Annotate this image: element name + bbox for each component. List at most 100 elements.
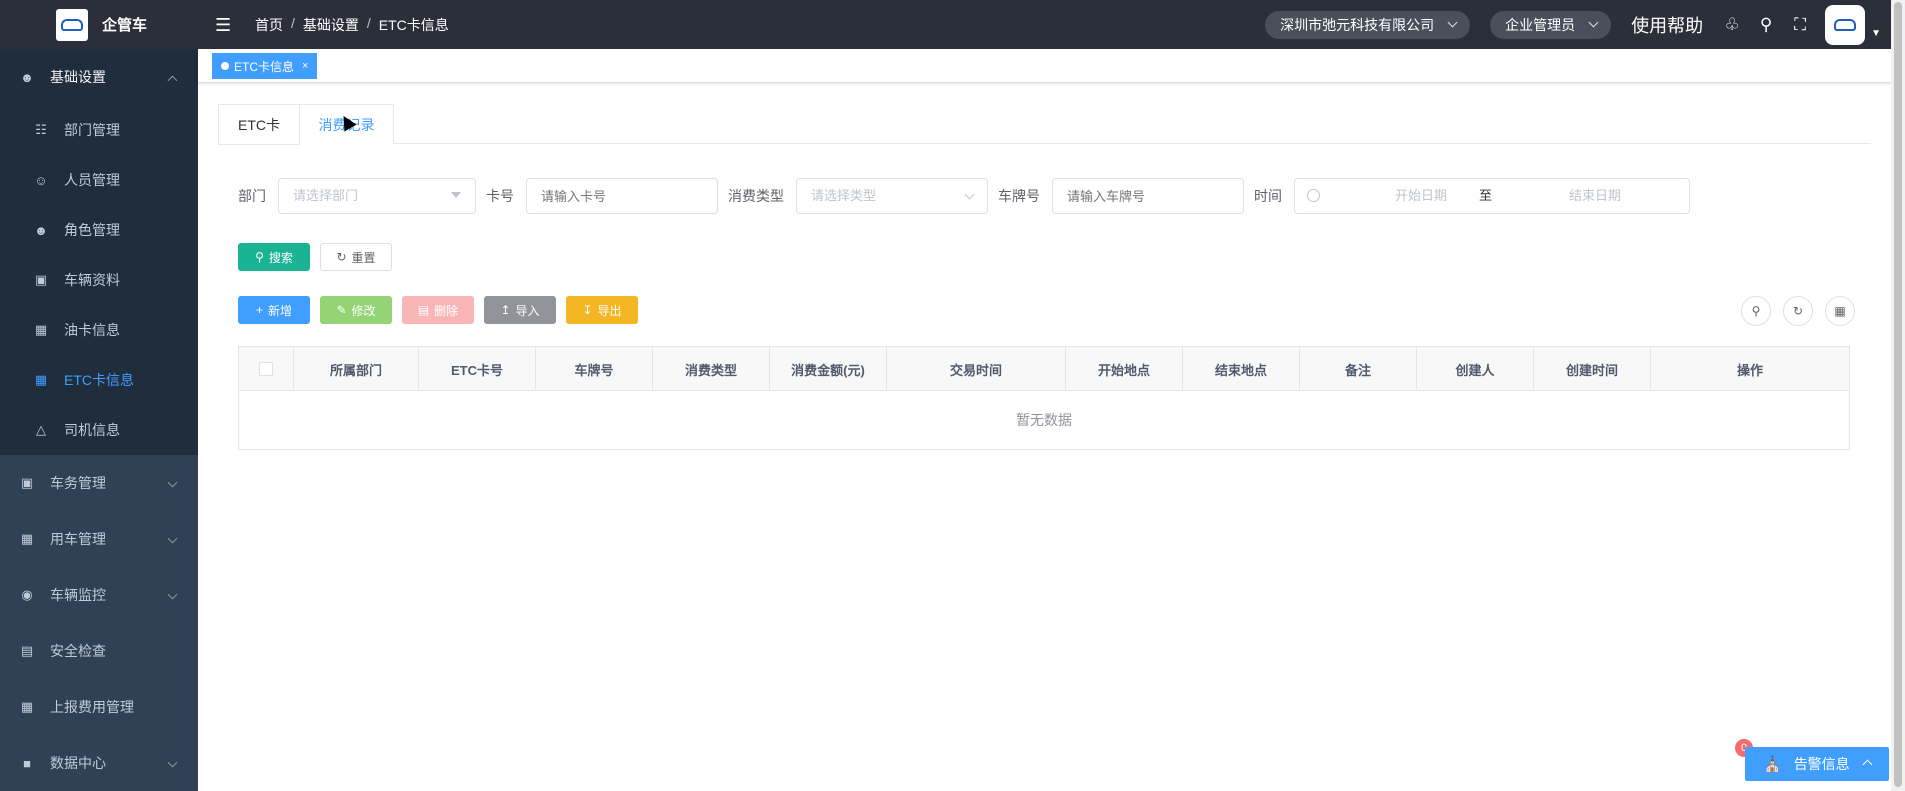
column-header: 所属部门 — [294, 347, 419, 391]
sidebar-item-etc-card[interactable]: ▦ ETC卡信息 — [0, 355, 198, 405]
type-select[interactable]: 请选择类型 — [796, 178, 988, 214]
tab-etc-card[interactable]: ETC卡 — [218, 104, 300, 145]
breadcrumb: 首页 / 基础设置 / ETC卡信息 — [255, 15, 449, 35]
navbar-right: 深圳市弛元科技有限公司 企业管理员 使用帮助 ♧ ⚲ ⛶ ▼ — [1265, 0, 1881, 49]
chevron-down-icon — [1447, 17, 1458, 27]
menu-group-vehicle-affairs[interactable]: ▣ 车务管理 — [0, 455, 198, 511]
hamburger-icon[interactable]: ☰ — [215, 16, 233, 34]
sidebar-item-label: 部门管理 — [64, 122, 120, 138]
breadcrumb-separator: / — [291, 14, 295, 31]
tag-etc-card[interactable]: ETC卡信息 × — [212, 53, 318, 79]
bell-icon[interactable]: ♧ — [1723, 15, 1741, 35]
lock-icon: ■ — [23, 755, 31, 771]
dept-placeholder: 请选择部门 — [293, 188, 359, 203]
grid-icon: ▦ — [1834, 304, 1846, 318]
breadcrumb-basic-settings[interactable]: 基础设置 — [303, 15, 359, 35]
table-header: 所属部门 ETC卡号 车牌号 消费类型 消费金额(元) 交易时间 开始地点 结束… — [239, 347, 1849, 391]
menu-group-vehicle-monitor[interactable]: ◉ 车辆监控 — [0, 567, 198, 623]
breadcrumb-current: ETC卡信息 — [378, 16, 449, 33]
alert-info-button[interactable]: ⛪ 告警信息 — [1745, 747, 1889, 781]
reset-button[interactable]: ↻ 重置 — [320, 243, 392, 271]
fullscreen-icon[interactable]: ⛶ — [1791, 15, 1809, 35]
upload-icon: ↥ — [500, 303, 511, 317]
menu-group-label: 用车管理 — [50, 531, 106, 547]
role-select[interactable]: 企业管理员 — [1490, 10, 1612, 39]
download-icon: ↧ — [582, 303, 593, 317]
sidebar-item-label: 人员管理 — [64, 172, 120, 188]
chevron-down-icon — [167, 477, 178, 488]
car-icon: △ — [36, 422, 46, 437]
sidebar-item-label: 司机信息 — [64, 422, 120, 438]
sidebar-item-staff[interactable]: ☺ 人员管理 — [0, 155, 198, 205]
breadcrumb-separator: / — [366, 14, 371, 31]
refresh-icon: ↻ — [1792, 304, 1804, 318]
select-all-cell — [239, 347, 294, 391]
search-button[interactable]: ⚲ 搜索 — [238, 243, 310, 271]
caret-down-icon[interactable]: ▼ — [1871, 28, 1881, 39]
chevron-up-icon — [167, 75, 178, 86]
plus-icon: + — [255, 303, 263, 317]
menu-group-label: 上报费用管理 — [50, 699, 134, 715]
dept-label: 部门 — [238, 188, 266, 204]
sidebar-item-role[interactable]: ☻ 角色管理 — [0, 205, 198, 255]
select-all-checkbox[interactable] — [259, 362, 273, 376]
dept-select[interactable]: 请选择部门 — [278, 178, 476, 214]
import-button[interactable]: ↥ 导入 — [484, 296, 556, 324]
logo-icon — [56, 8, 88, 41]
sidebar-item-driver[interactable]: △ 司机信息 — [0, 405, 198, 455]
close-icon[interactable]: × — [302, 60, 308, 72]
chevron-up-icon — [1862, 759, 1873, 770]
breadcrumb-home[interactable]: 首页 — [255, 15, 283, 35]
tree-icon: ☷ — [35, 122, 47, 137]
tag-dot — [221, 62, 229, 70]
sidebar-item-label: 角色管理 — [64, 222, 120, 238]
edit-button[interactable]: ✎ 修改 — [320, 296, 392, 324]
avatar[interactable] — [1825, 4, 1866, 45]
menu-group-data-center[interactable]: ■ 数据中心 — [0, 735, 198, 791]
card-input[interactable] — [526, 178, 718, 214]
clock-icon — [1307, 189, 1320, 202]
scroll-thumb[interactable] — [1894, 2, 1902, 787]
menu-group-label: 基础设置 — [50, 69, 106, 85]
scrollbar[interactable] — [1891, 0, 1905, 791]
menu-group-basic-settings[interactable]: ☻ 基础设置 — [0, 49, 198, 105]
menu-group-vehicle-use[interactable]: ▦ 用车管理 — [0, 511, 198, 567]
reset-button-label: 重置 — [351, 250, 376, 265]
column-header: 结束地点 — [1183, 347, 1300, 391]
tags-view: ETC卡信息 × — [198, 49, 1891, 83]
sidebar-item-label: 油卡信息 — [64, 322, 120, 338]
help-link[interactable]: 使用帮助 — [1631, 12, 1703, 38]
menu-group-expense-report[interactable]: ▦ 上报费用管理 — [0, 679, 198, 735]
add-button[interactable]: + 新增 — [238, 296, 310, 324]
delete-button[interactable]: ▤ 删除 — [402, 296, 474, 324]
sidebar-item-fuel-card[interactable]: ▦ 油卡信息 — [0, 305, 198, 355]
chevron-down-icon — [167, 533, 178, 544]
peoples-icon: ☻ — [34, 222, 48, 238]
empty-text: 暂无数据 — [1016, 412, 1072, 428]
end-date[interactable]: 结束日期 — [1545, 179, 1645, 213]
menu-group-label: 数据中心 — [50, 755, 106, 771]
plate-input[interactable] — [1052, 178, 1244, 214]
trash-icon: ▤ — [417, 303, 430, 317]
column-header: 交易时间 — [887, 347, 1066, 391]
sidebar-item-department[interactable]: ☷ 部门管理 — [0, 105, 198, 155]
export-button[interactable]: ↧ 导出 — [566, 296, 638, 324]
alert-info-label: 告警信息 — [1793, 756, 1850, 772]
sidebar-item-vehicle[interactable]: ▣ 车辆资料 — [0, 255, 198, 305]
user-icon: ☺ — [34, 172, 48, 188]
search-icon[interactable]: ⚲ — [1757, 15, 1775, 35]
toggle-search-button[interactable]: ⚲ — [1741, 296, 1771, 326]
sidebar-item-label: 车辆资料 — [64, 272, 120, 288]
top-navbar: ☰ 首页 / 基础设置 / ETC卡信息 深圳市弛元科技有限公司 企业管理员 使… — [198, 0, 1905, 49]
menu-group-label: 车务管理 — [50, 475, 106, 491]
date-range-picker[interactable]: 开始日期 至 结束日期 — [1294, 178, 1690, 214]
chevron-down-icon — [964, 189, 975, 200]
columns-button[interactable]: ▦ — [1825, 296, 1855, 326]
start-date[interactable]: 开始日期 — [1371, 179, 1471, 213]
search-button-label: 搜索 — [268, 250, 293, 265]
menu-group-safety-check[interactable]: ▤ 安全检查 — [0, 623, 198, 679]
refresh-button[interactable]: ↻ — [1783, 296, 1813, 326]
company-select[interactable]: 深圳市弛元科技有限公司 — [1265, 10, 1471, 39]
column-header: 车牌号 — [536, 347, 653, 391]
main-content: ETC卡 消费记录 部门 请选择部门 卡号 消费类型 请选择类型 车牌号 时间 … — [198, 84, 1891, 791]
